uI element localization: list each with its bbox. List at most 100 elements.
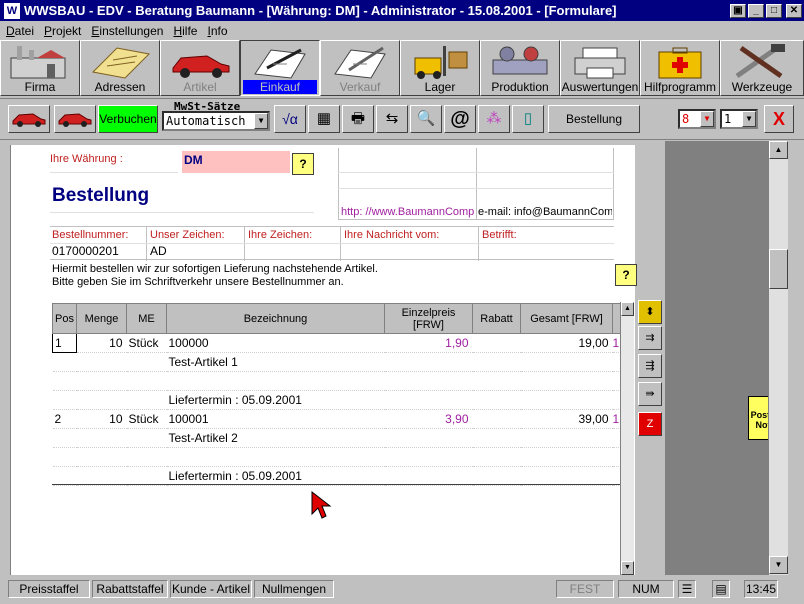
cell-menge[interactable] — [76, 390, 127, 410]
cell-pos[interactable] — [52, 371, 77, 391]
copy-select[interactable]: 1 ▼ — [720, 109, 758, 129]
table-row[interactable]: Liefertermin : 05.09.2001 — [52, 390, 621, 410]
help-icon[interactable]: ? — [615, 264, 637, 286]
cell-rabatt[interactable] — [472, 428, 521, 448]
split-row-icon[interactable]: ⇶ — [638, 354, 662, 378]
menu-einstellungen[interactable]: Einstellungen — [91, 24, 163, 38]
scroll-up-icon[interactable]: ▲ — [769, 141, 788, 159]
cell-bezeichnung[interactable]: Liefertermin : 05.09.2001 — [166, 390, 385, 410]
cell-gesamt[interactable] — [520, 352, 613, 372]
transfer-icon[interactable]: ⇆ — [376, 105, 408, 133]
cell-gesamt[interactable]: 19,00 — [520, 333, 613, 353]
cell-me[interactable]: Stück — [126, 409, 167, 429]
menu-info[interactable]: Info — [207, 24, 227, 38]
verbuchen-button[interactable]: Verbuchen — [98, 105, 158, 133]
table-scrollbar[interactable]: ▲ ▼ — [620, 302, 634, 575]
table-row[interactable]: 1 10 Stück 100000 1,90 19,00 1 — [52, 333, 621, 353]
cell-gesamt[interactable] — [520, 371, 613, 391]
cell-bezeichnung[interactable]: Liefertermin : 05.09.2001 — [166, 466, 385, 486]
cell-einzelpreis[interactable] — [384, 390, 473, 410]
delete-row-icon[interactable]: ⇛ — [638, 382, 662, 406]
cell-einzelpreis[interactable] — [384, 447, 473, 467]
list-icon[interactable]: ☰ — [678, 580, 696, 598]
print-button[interactable]: 🖶 — [342, 105, 374, 133]
module-auswertungen[interactable]: Auswertungen — [560, 40, 640, 96]
chevron-down-icon[interactable]: ▼ — [700, 111, 714, 127]
cell-menge[interactable] — [76, 371, 127, 391]
module-firma[interactable]: Firma — [0, 40, 80, 96]
cell-menge[interactable]: 10 — [76, 333, 127, 353]
cell-pos[interactable] — [52, 466, 77, 486]
app-icon[interactable]: W — [4, 2, 20, 19]
scroll-thumb[interactable] — [769, 249, 788, 289]
module-adressen[interactable]: Adressen — [80, 40, 160, 96]
module-einkauf[interactable]: Einkauf — [240, 40, 320, 96]
cell-einzelpreis[interactable] — [384, 371, 473, 391]
cell-bezeichnung[interactable]: Test-Artikel 2 — [166, 428, 385, 448]
insert-row-icon[interactable]: ⇉ — [638, 326, 662, 350]
cell-me[interactable] — [126, 428, 167, 448]
cell-me[interactable] — [126, 466, 167, 486]
cell-bezeichnung[interactable]: 100000 — [166, 333, 385, 353]
cell-pos[interactable]: 2 — [52, 409, 77, 429]
tab-kunde-artikel[interactable]: Kunde - Artikel — [170, 580, 252, 598]
cell-me[interactable] — [126, 352, 167, 372]
cell-rabatt[interactable] — [472, 352, 521, 372]
page-select[interactable]: 8 ▼ — [678, 109, 716, 129]
car-button-2[interactable] — [54, 105, 96, 133]
module-verkauf[interactable]: Verkauf — [320, 40, 400, 96]
cell-rabatt[interactable] — [472, 333, 521, 353]
scroll-down-icon[interactable]: ▼ — [769, 556, 788, 574]
formula-button[interactable]: √α — [274, 105, 306, 133]
menu-datei[interactable]: Datei — [6, 24, 34, 38]
module-produktion[interactable]: Produktion — [480, 40, 560, 96]
cell-einzelpreis[interactable] — [384, 466, 473, 486]
note-icon[interactable]: ▤ — [712, 580, 730, 598]
bestellung-button[interactable]: Bestellung — [548, 105, 640, 133]
cell-gesamt[interactable] — [520, 466, 613, 486]
scroll-down-icon[interactable]: ▼ — [621, 561, 634, 575]
cell-menge[interactable] — [76, 466, 127, 486]
cell-me[interactable]: Stück — [126, 333, 167, 353]
table-row[interactable]: Liefertermin : 05.09.2001 — [52, 466, 621, 486]
minimize-button[interactable]: _ — [748, 3, 764, 18]
cell-einzelpreis[interactable]: 3,90 — [384, 409, 473, 429]
table-row[interactable]: Test-Artikel 1 — [52, 352, 621, 372]
cell-pos[interactable] — [52, 390, 77, 410]
chevron-down-icon[interactable]: ▼ — [742, 111, 756, 127]
cell-menge[interactable] — [76, 447, 127, 467]
cell-me[interactable] — [126, 390, 167, 410]
tab-rabattstaffel[interactable]: Rabattstaffel — [92, 580, 168, 598]
cell-rabatt[interactable] — [472, 447, 521, 467]
cell-menge[interactable] — [76, 428, 127, 448]
cell-menge[interactable] — [76, 352, 127, 372]
close-form-button[interactable]: X — [764, 105, 794, 133]
cell-einzelpreis[interactable]: 1,90 — [384, 333, 473, 353]
maximize-button[interactable]: □ — [766, 3, 782, 18]
calculator-icon[interactable]: ▦ — [308, 105, 340, 133]
email-at-icon[interactable]: @ — [444, 105, 476, 133]
cell-bezeichnung[interactable] — [166, 371, 385, 391]
preview-icon[interactable]: 🔍 — [410, 105, 442, 133]
cell-gesamt[interactable] — [520, 390, 613, 410]
module-artikel[interactable]: Artikel — [160, 40, 240, 96]
cell-menge[interactable]: 10 — [76, 409, 127, 429]
chevron-down-icon[interactable]: ▼ — [254, 113, 268, 129]
cell-pos[interactable] — [52, 352, 77, 372]
cell-me[interactable] — [126, 447, 167, 467]
cell-bezeichnung[interactable]: Test-Artikel 1 — [166, 352, 385, 372]
dots-icon[interactable]: ⁂ — [478, 105, 510, 133]
cell-bezeichnung[interactable]: 100001 — [166, 409, 385, 429]
module-werkzeuge[interactable]: Werkzeuge — [720, 40, 804, 96]
close-button[interactable]: ✕ — [786, 3, 802, 18]
cell-rabatt[interactable] — [472, 466, 521, 486]
tab-preisstaffel[interactable]: Preisstaffel — [8, 580, 90, 598]
zero-button[interactable]: Z — [638, 412, 662, 436]
main-scrollbar[interactable]: ▲ ▼ — [768, 141, 788, 575]
cell-gesamt[interactable]: 39,00 — [520, 409, 613, 429]
scroll-up-icon[interactable]: ▲ — [621, 302, 634, 316]
cell-einzelpreis[interactable] — [384, 428, 473, 448]
cell-gesamt[interactable] — [520, 428, 613, 448]
cell-gesamt[interactable] — [520, 447, 613, 467]
module-hilfprogramm[interactable]: Hilfprogramm — [640, 40, 720, 96]
